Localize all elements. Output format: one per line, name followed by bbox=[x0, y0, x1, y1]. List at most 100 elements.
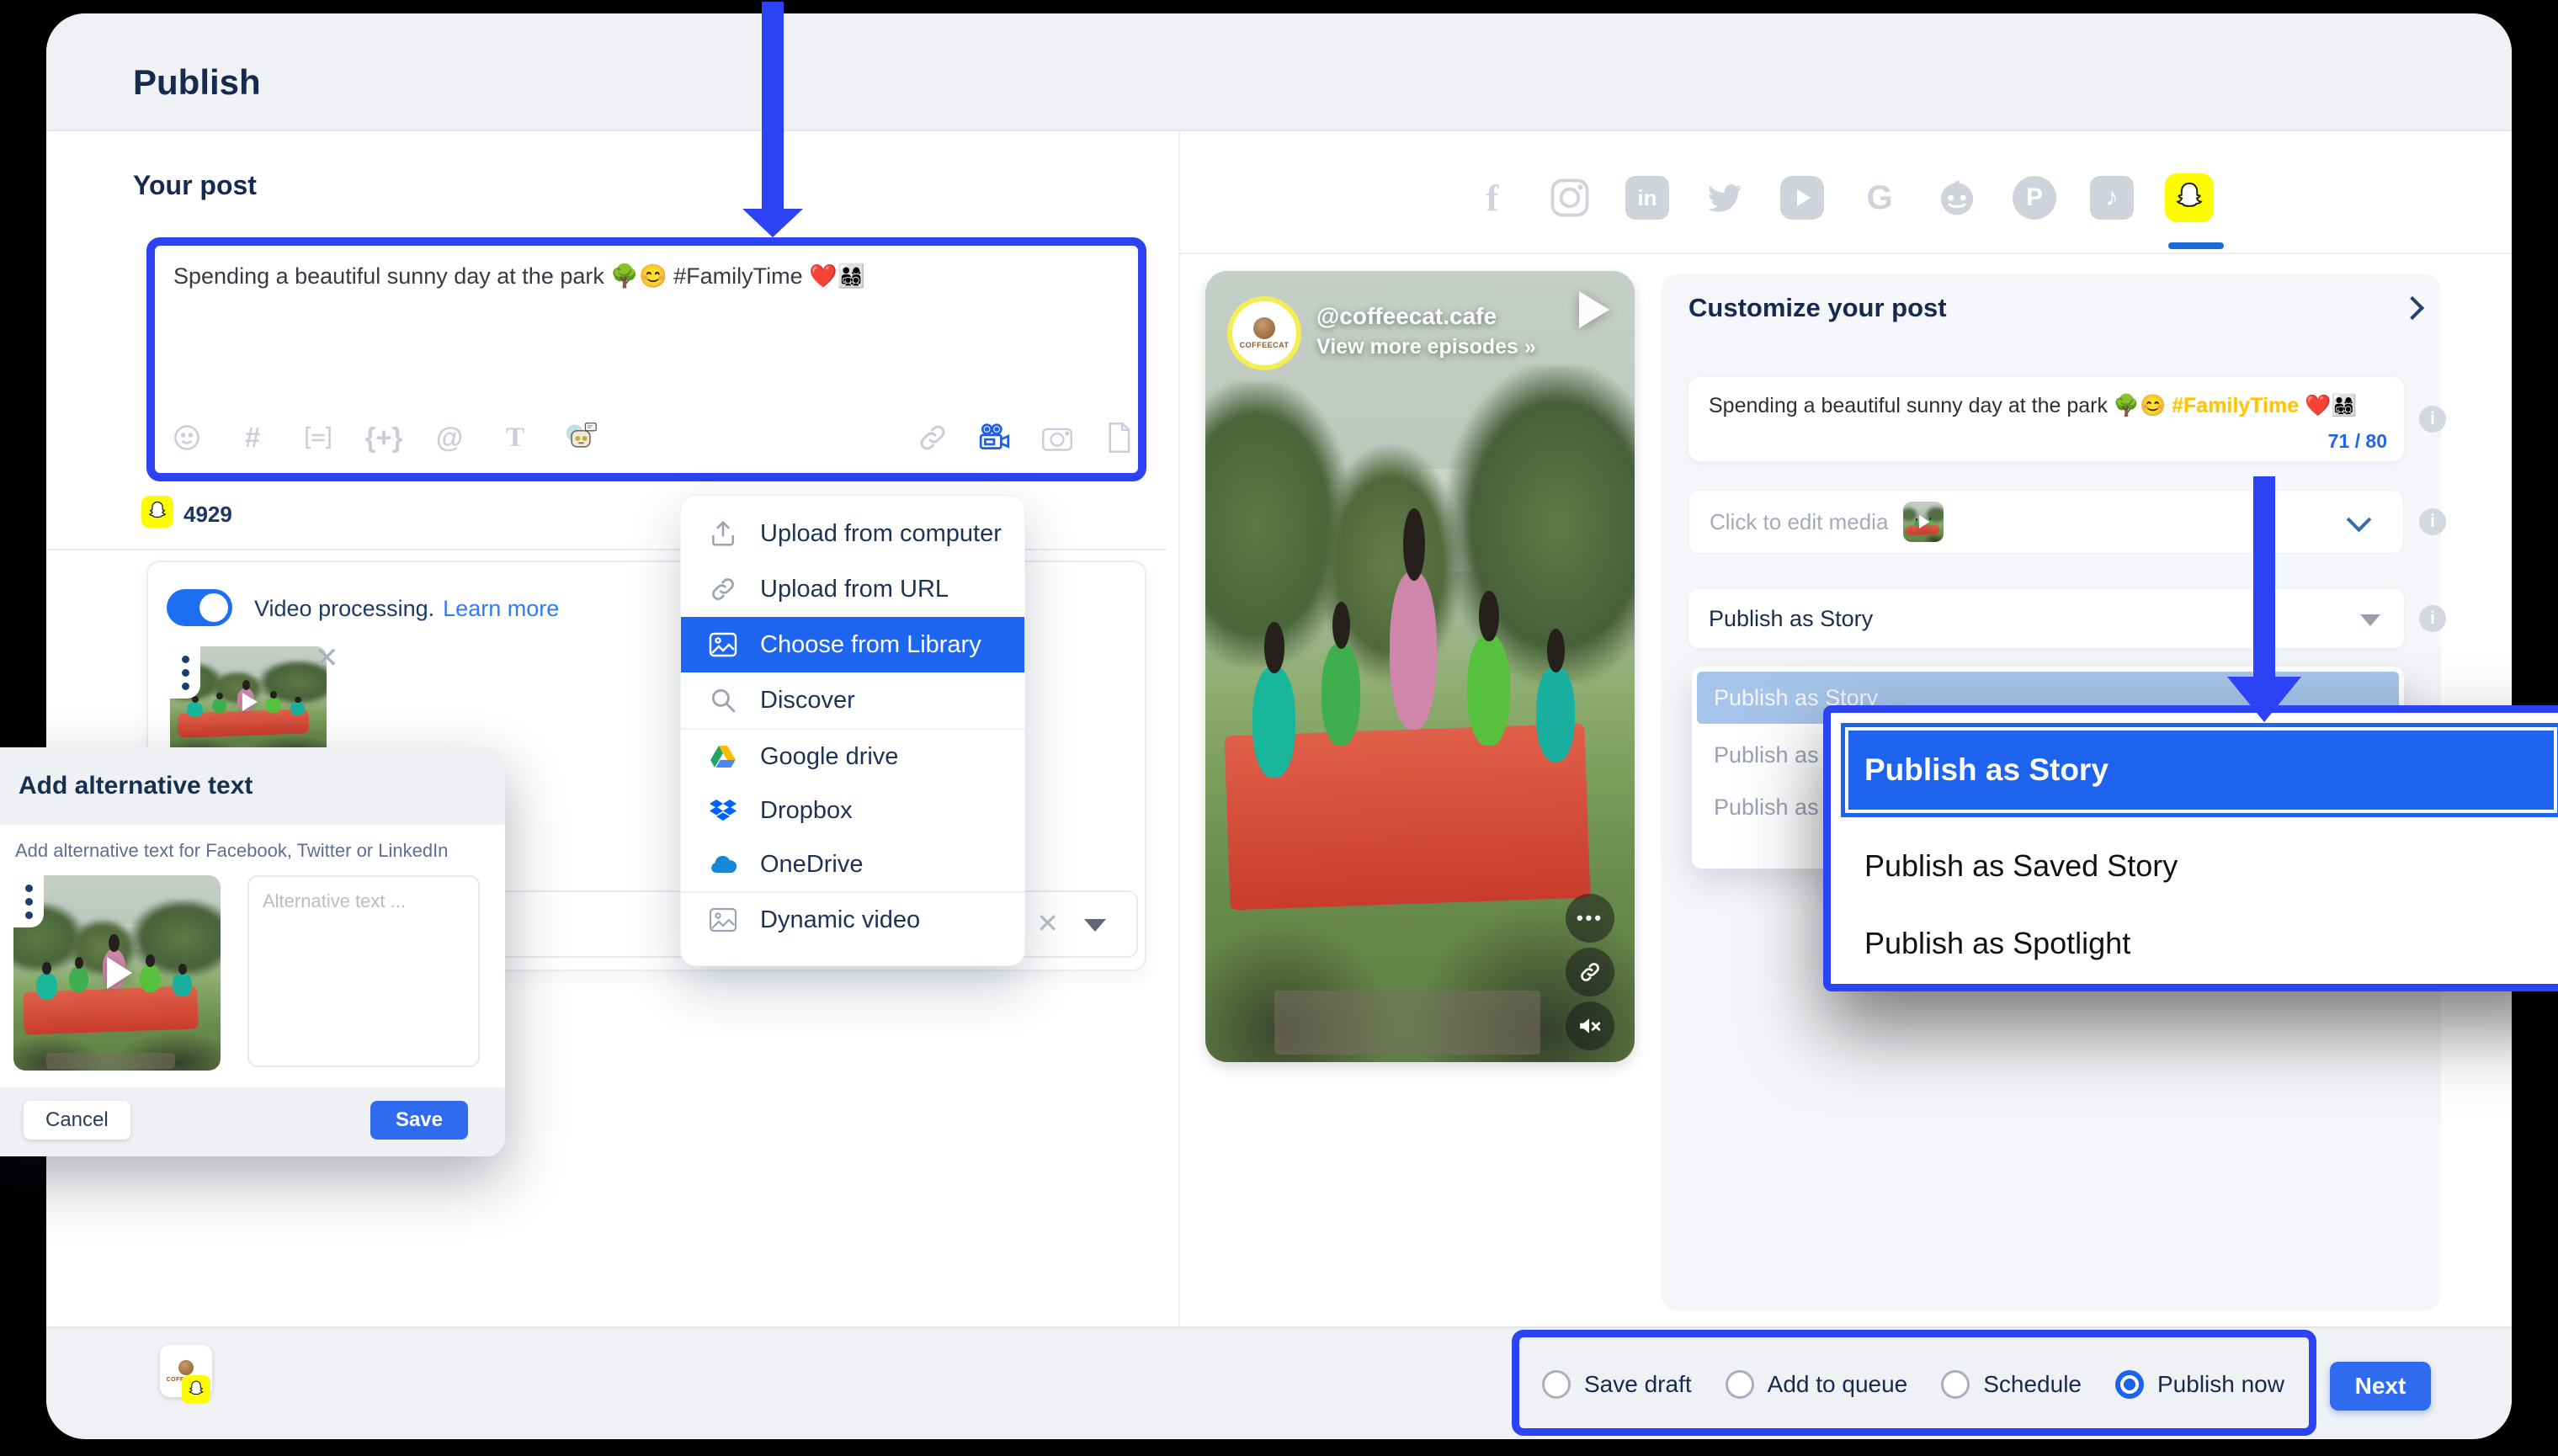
alt-text-input[interactable] bbox=[247, 875, 480, 1067]
radio-save-draft[interactable]: Save draft bbox=[1542, 1370, 1692, 1399]
text-format-icon[interactable]: T bbox=[498, 419, 532, 456]
learn-more-link[interactable]: Learn more bbox=[443, 596, 559, 622]
view-more-episodes-link[interactable]: View more episodes » bbox=[1316, 335, 1536, 359]
pinterest-icon[interactable]: P bbox=[2010, 173, 2059, 222]
video-processing-row: Video processing. Learn more bbox=[254, 596, 559, 622]
customized-post-text-box[interactable]: Spending a beautiful sunny day at the pa… bbox=[1688, 377, 2404, 461]
menu-item-onedrive[interactable]: OneDrive bbox=[681, 837, 1024, 891]
radio-label: Add to queue bbox=[1768, 1371, 1908, 1398]
chevron-down-icon[interactable] bbox=[2347, 507, 2372, 533]
menu-item-label: OneDrive bbox=[760, 851, 864, 879]
menu-item-discover[interactable]: Discover bbox=[681, 672, 1024, 728]
play-icon[interactable] bbox=[1579, 291, 1609, 328]
option-publish-as-saved-story[interactable]: Publish as Saved Story bbox=[1831, 827, 2558, 905]
publish-type-select[interactable]: Publish as Story bbox=[1688, 589, 2404, 648]
youtube-icon[interactable] bbox=[1778, 173, 1827, 222]
remove-media-icon[interactable]: ✕ bbox=[315, 641, 339, 675]
park-video-still bbox=[1205, 271, 1635, 1062]
option-publish-as-spotlight[interactable]: Publish as Spotlight bbox=[1831, 905, 2558, 982]
edit-media-label: Click to edit media bbox=[1710, 509, 1888, 535]
character-counter: 4929 bbox=[183, 502, 232, 528]
snapchat-icon[interactable] bbox=[2165, 173, 2214, 222]
modal-title: Add alternative text bbox=[0, 747, 505, 825]
info-icon[interactable]: i bbox=[2419, 508, 2446, 535]
twitter-icon[interactable] bbox=[1700, 173, 1749, 222]
more-options-icon[interactable]: ••• bbox=[1566, 894, 1614, 943]
search-icon bbox=[708, 685, 738, 715]
active-tab-indicator bbox=[2168, 242, 2224, 249]
save-button[interactable]: Save bbox=[370, 1101, 468, 1140]
divider bbox=[1180, 252, 2512, 254]
zoomed-publish-type-dropdown: Publish as Story Publish as Saved Story … bbox=[1823, 705, 2558, 991]
linkedin-icon[interactable]: in bbox=[1623, 173, 1672, 222]
radio-circle[interactable] bbox=[1542, 1370, 1571, 1399]
coffeecat-logo-text: COFFEECAT bbox=[1240, 341, 1290, 349]
clear-icon[interactable]: ✕ bbox=[1036, 907, 1059, 939]
copy-link-icon[interactable] bbox=[1566, 948, 1614, 996]
menu-item-upload-url[interactable]: Upload from URL bbox=[681, 561, 1024, 617]
expand-caret-icon[interactable] bbox=[1084, 919, 1106, 932]
video-upload-icon[interactable] bbox=[978, 419, 1012, 456]
google-drive-icon bbox=[708, 741, 738, 772]
drag-handle-icon[interactable] bbox=[13, 875, 44, 927]
reddit-icon[interactable] bbox=[1933, 173, 1981, 222]
menu-item-label: Dropbox bbox=[760, 797, 853, 825]
modal-subtitle: Add alternative text for Facebook, Twitt… bbox=[15, 840, 448, 862]
radio-schedule[interactable]: Schedule bbox=[1941, 1370, 2082, 1399]
snippet-icon[interactable] bbox=[301, 419, 335, 456]
coffeecat-logo bbox=[178, 1360, 194, 1375]
publish-type-value: Publish as Story bbox=[1709, 606, 1873, 632]
variables-icon[interactable]: {+} bbox=[367, 419, 401, 456]
ai-assistant-icon[interactable] bbox=[564, 419, 598, 456]
annotation-arrowhead bbox=[2227, 677, 2301, 722]
video-processing-toggle[interactable] bbox=[167, 589, 232, 626]
menu-item-label: Discover bbox=[760, 687, 855, 715]
menu-item-dropbox[interactable]: Dropbox bbox=[681, 784, 1024, 837]
mention-icon[interactable]: @ bbox=[433, 419, 466, 456]
facebook-icon[interactable]: f bbox=[1468, 173, 1517, 222]
next-button[interactable]: Next bbox=[2330, 1362, 2431, 1411]
emoji-icon[interactable] bbox=[170, 419, 204, 456]
menu-item-dynamic-video[interactable]: Dynamic video bbox=[681, 893, 1024, 947]
play-icon[interactable] bbox=[242, 693, 258, 711]
radio-circle[interactable] bbox=[1941, 1370, 1970, 1399]
link-attach-icon[interactable] bbox=[916, 419, 949, 456]
tiktok-icon[interactable]: ♪ bbox=[2087, 173, 2136, 222]
video-processing-label: Video processing. bbox=[254, 596, 434, 622]
photo-upload-icon[interactable] bbox=[1040, 419, 1074, 456]
google-business-icon[interactable]: G bbox=[1855, 173, 1904, 222]
play-icon bbox=[107, 957, 132, 989]
document-upload-icon[interactable] bbox=[1103, 419, 1136, 456]
menu-item-label: Google drive bbox=[760, 743, 898, 771]
menu-item-choose-library[interactable]: Choose from Library bbox=[681, 617, 1024, 672]
menu-item-label: Choose from Library bbox=[760, 631, 981, 659]
drag-handle-icon[interactable] bbox=[170, 646, 200, 699]
post-preview: COFFEECAT @coffeecat.cafe View more epis… bbox=[1205, 271, 1635, 1062]
radio-circle[interactable] bbox=[1726, 1370, 1754, 1399]
video-thumbnail[interactable] bbox=[170, 646, 327, 757]
alt-text-modal: Add alternative text Add alternative tex… bbox=[0, 747, 505, 1156]
char-count: 71 / 80 bbox=[2328, 430, 2387, 453]
radio-add-to-queue[interactable]: Add to queue bbox=[1726, 1370, 1908, 1399]
account-avatar[interactable]: COFFEECAT bbox=[1227, 296, 1301, 370]
instagram-icon[interactable] bbox=[1545, 173, 1594, 222]
select-caret-icon bbox=[2360, 614, 2380, 626]
radio-label: Schedule bbox=[1983, 1371, 2082, 1398]
info-icon[interactable]: i bbox=[2419, 605, 2446, 632]
radio-circle-selected[interactable] bbox=[2115, 1370, 2144, 1399]
radio-publish-now[interactable]: Publish now bbox=[2115, 1370, 2284, 1399]
mute-icon[interactable] bbox=[1566, 1002, 1614, 1050]
option-publish-as-story-selected[interactable]: Publish as Story bbox=[1841, 723, 2558, 817]
edit-media-row[interactable]: Click to edit media bbox=[1688, 490, 2404, 554]
onedrive-icon bbox=[708, 849, 738, 879]
menu-item-upload-computer[interactable]: Upload from computer bbox=[681, 506, 1024, 561]
annotation-arrow bbox=[762, 2, 784, 210]
coffeecat-logo bbox=[1253, 317, 1275, 339]
menu-item-google-drive[interactable]: Google drive bbox=[681, 730, 1024, 784]
hashtag-icon[interactable]: # bbox=[236, 419, 269, 456]
info-icon[interactable]: i bbox=[2419, 406, 2446, 433]
annotation-arrowhead bbox=[742, 209, 803, 237]
post-text[interactable]: Spending a beautiful sunny day at the pa… bbox=[173, 263, 1108, 290]
account-handle[interactable]: @coffeecat.cafe bbox=[1316, 303, 1497, 330]
cancel-button[interactable]: Cancel bbox=[24, 1101, 130, 1140]
